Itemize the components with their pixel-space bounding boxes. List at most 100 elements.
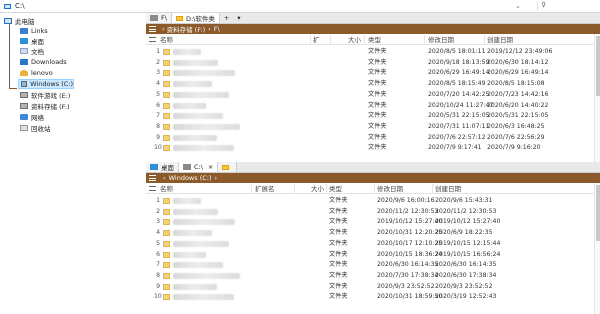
address-path[interactable]: C:\ <box>15 2 25 10</box>
column-extension[interactable]: 扩展名 <box>255 184 275 194</box>
column-divider[interactable] <box>424 35 425 44</box>
table-row[interactable]: 9 文件夹 2020/9/3 23:52:52 2020/9/3 23:52:52 <box>146 282 600 292</box>
table-row[interactable]: 9 文件夹 2020/7/6 22:57:12 2020/7/6 22:56:29 <box>146 133 600 143</box>
menu-icon[interactable] <box>149 37 156 42</box>
file-type: 文件夹 <box>329 261 348 269</box>
created-date: 2019/10/15 16:56:24 <box>435 250 501 258</box>
table-row[interactable]: 10 文件夹 2020/7/9 9:17:41 2020/7/9 9:16:20 <box>146 143 600 153</box>
row-number: 3 <box>156 218 160 226</box>
table-row[interactable]: 10 文件夹 2020/10/31 18:59:50 2020/3/19 12:52:… <box>146 292 600 302</box>
folder-icon <box>163 70 170 77</box>
column-size[interactable]: 大小 <box>311 184 324 194</box>
menu-icon[interactable] <box>149 26 156 32</box>
modified-date: 2020/10/17 12:10:25 <box>377 239 443 247</box>
column-divider[interactable] <box>484 35 485 44</box>
column-name[interactable]: 名称 <box>160 184 173 194</box>
tree-item-network[interactable]: 网络 <box>20 112 44 122</box>
file-type: 文件夹 <box>329 282 348 290</box>
table-row[interactable]: 1 文件夹 2020/9/6 16:00:16 2020/9/6 15:43:31 <box>146 196 600 206</box>
tab-bar: 桌面 C:\ × <box>146 162 600 173</box>
column-size[interactable]: 大小 <box>348 35 361 45</box>
tab-menu-button[interactable]: ▾ <box>233 13 244 23</box>
tree-item-desktop[interactable]: 桌面 <box>20 36 44 46</box>
file-type: 文件夹 <box>368 90 387 98</box>
row-number: 7 <box>156 112 160 120</box>
new-tab-button[interactable]: + <box>220 13 233 23</box>
column-divider[interactable] <box>294 184 295 193</box>
tab-desktop[interactable]: 桌面 <box>146 162 179 172</box>
tree-item-this-pc[interactable]: 此电脑 <box>4 16 35 26</box>
column-modified[interactable]: 修改日期 <box>428 35 454 45</box>
table-row[interactable]: 8 文件夹 2020/7/30 17:38:34 2020/6/30 17:38:34 <box>146 271 600 281</box>
column-divider[interactable] <box>251 184 252 193</box>
tree-item-drive-f[interactable]: 资料存储 (F:) <box>20 101 70 111</box>
scrollbar[interactable] <box>594 183 600 314</box>
close-icon[interactable]: × <box>208 163 213 171</box>
table-row[interactable]: 6 文件夹 2020/10/24 11:27:47 2020/6/20 14:40:2… <box>146 101 600 111</box>
table-row[interactable]: 4 文件夹 2020/10/31 12:20:25 2020/6/9 18:22:35 <box>146 228 600 238</box>
breadcrumb[interactable]: › Windows (C:) › <box>146 173 600 183</box>
column-divider[interactable] <box>432 184 433 193</box>
tree-line <box>9 21 10 88</box>
tree-item-documents[interactable]: 文档 <box>20 46 44 56</box>
table-row[interactable]: 2 文件夹 2020/9/18 18:13:59 2020/6/30 18:14:12 <box>146 58 600 68</box>
menu-icon[interactable] <box>149 175 156 181</box>
navigation-tree: 此电脑 Links 桌面 文档 Downloads lenovo Windows… <box>0 13 146 314</box>
folder-icon <box>163 102 170 109</box>
column-divider[interactable] <box>374 184 375 193</box>
tab-f-drive[interactable]: F\ <box>146 13 172 23</box>
chevron-down-icon[interactable]: ⌄ <box>515 2 521 10</box>
tree-item-links[interactable]: Links <box>20 26 48 36</box>
folder-icon <box>175 15 183 21</box>
column-type[interactable]: 类型 <box>368 35 381 45</box>
column-divider[interactable] <box>326 184 327 193</box>
row-number: 7 <box>156 261 160 269</box>
scrollbar[interactable] <box>594 34 600 162</box>
column-modified[interactable]: 修改日期 <box>377 184 403 194</box>
column-extension[interactable]: 扩 <box>313 35 320 45</box>
file-name-redacted <box>173 59 218 66</box>
breadcrumb-item[interactable]: F\ <box>214 25 220 33</box>
table-row[interactable]: 5 文件夹 2020/7/20 14:42:25 2020/7/23 14:42:16 <box>146 90 600 100</box>
tree-item-recycle-bin[interactable]: 回收站 <box>20 123 51 133</box>
tab-software[interactable]: D:\软件类 <box>171 13 220 23</box>
table-row[interactable]: 3 文件夹 2020/6/29 16:49:14 2020/6/29 16:49:14 <box>146 68 600 78</box>
column-name[interactable]: 名称 <box>160 35 173 45</box>
file-type: 文件夹 <box>368 58 387 66</box>
folder-icon <box>163 113 170 120</box>
column-header: 名称 扩展名 大小 类型 修改日期 创建日期 <box>146 183 600 194</box>
tree-item-drive-c[interactable]: Windows (C:) <box>18 79 74 89</box>
tab-folder[interactable] <box>218 162 238 172</box>
folder-icon <box>163 123 170 130</box>
tab-c-drive[interactable]: C:\ × <box>179 162 219 172</box>
folder-icon <box>163 134 170 141</box>
column-created[interactable]: 创建日期 <box>487 35 513 45</box>
tree-item-drive-e[interactable]: 软件游戏 (E:) <box>20 90 70 100</box>
scrollbar-thumb[interactable] <box>596 185 600 241</box>
table-row[interactable]: 5 文件夹 2020/10/17 12:10:25 2019/10/15 12:15:… <box>146 239 600 249</box>
table-row[interactable]: 7 文件夹 2020/5/31 22:15:05 2020/5/31 22:15:05 <box>146 111 600 121</box>
column-divider[interactable] <box>330 35 331 44</box>
table-row[interactable]: 4 文件夹 2020/8/5 18:15:49 2020/8/5 18:15:08 <box>146 79 600 89</box>
breadcrumb-item[interactable]: 资料存储 (F:) <box>167 24 206 34</box>
table-row[interactable]: 7 文件夹 2020/6/30 16:14:35 2020/6/30 16:14:35 <box>146 260 600 270</box>
table-row[interactable]: 8 文件夹 2020/7/31 11:07:11 2020/6/3 16:48:25 <box>146 122 600 132</box>
table-row[interactable]: 1 文件夹 2020/8/5 18:01:11 2019/12/12 23:49:06 <box>146 47 600 57</box>
menu-icon[interactable] <box>149 186 156 191</box>
column-divider[interactable] <box>310 35 311 44</box>
breadcrumb-separator: › <box>163 174 166 182</box>
tree-item-lenovo[interactable]: lenovo <box>20 68 53 78</box>
column-type[interactable]: 类型 <box>329 184 342 194</box>
tree-item-downloads[interactable]: Downloads <box>20 57 67 67</box>
table-row[interactable]: 2 文件夹 2020/11/2 12:30:53 2020/11/2 12:30:53 <box>146 207 600 217</box>
column-created[interactable]: 创建日期 <box>435 184 461 194</box>
scrollbar-thumb[interactable] <box>596 36 600 96</box>
breadcrumb[interactable]: › 资料存储 (F:) › F\ <box>146 24 600 34</box>
filter-icon[interactable]: ⊽ <box>537 1 549 11</box>
table-row[interactable]: 6 文件夹 2020/10/15 18:36:24 2019/10/15 16:56:… <box>146 250 600 260</box>
column-divider[interactable] <box>364 35 365 44</box>
table-row[interactable]: 3 文件夹 2019/10/12 15:27:40 2019/10/12 15:27:… <box>146 217 600 227</box>
breadcrumb-item[interactable]: Windows (C:) <box>169 174 212 182</box>
address-bar[interactable]: C:\ ⌄ ⊽ <box>0 0 600 13</box>
file-type: 文件夹 <box>368 122 387 130</box>
